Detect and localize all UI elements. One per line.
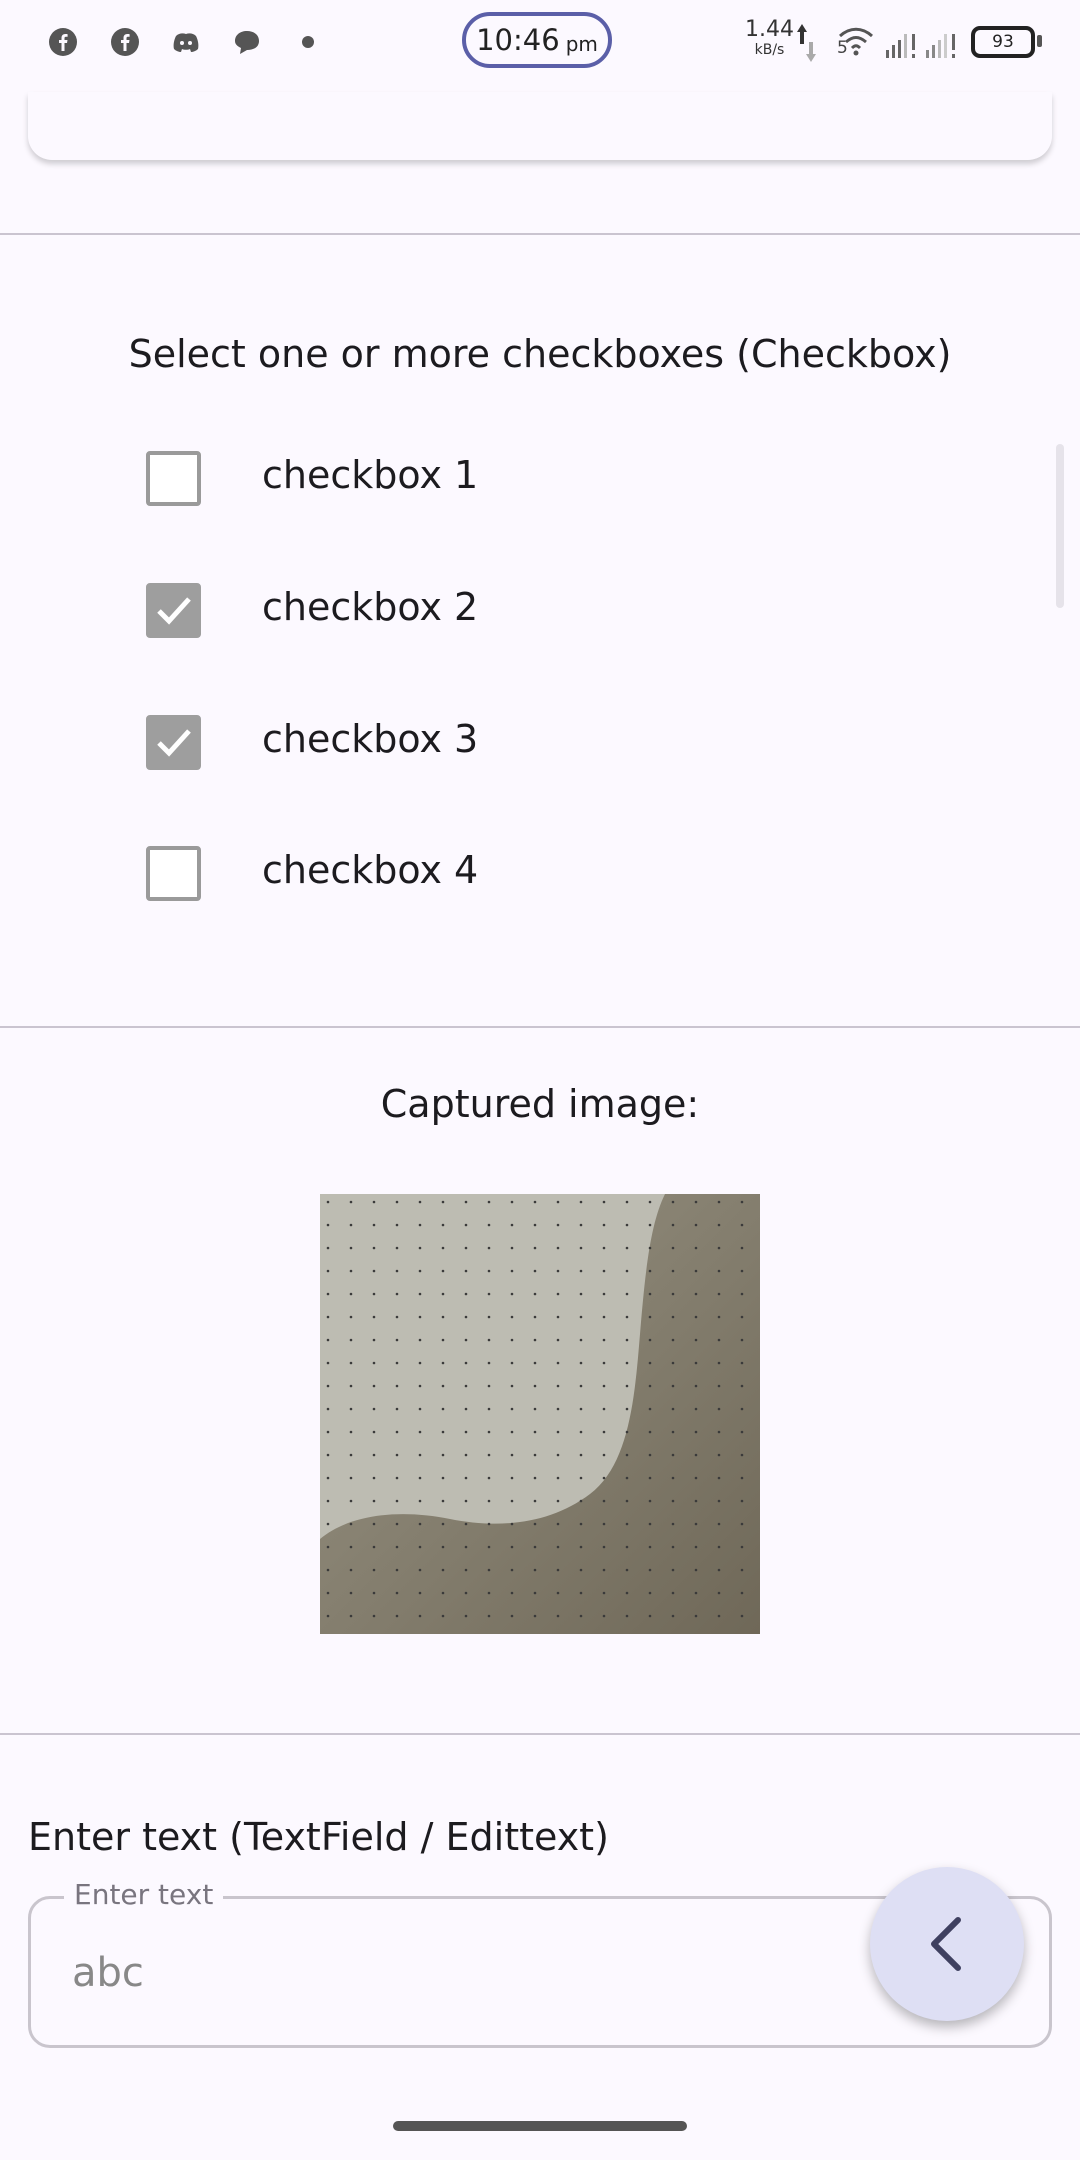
signal-icon-2	[926, 34, 955, 58]
text-field-section-title: Enter text (TextField / Edittext)	[28, 1815, 609, 1859]
checkbox-label: checkbox 1	[262, 453, 479, 497]
checkbox-4[interactable]	[146, 846, 201, 901]
checkbox-row-3[interactable]: checkbox 3	[146, 713, 746, 771]
top-card	[28, 92, 1052, 160]
facebook-icon	[111, 28, 139, 56]
checkbox-1[interactable]	[146, 451, 201, 506]
checkbox-row-2[interactable]: checkbox 2	[146, 581, 746, 639]
signal-icon-1	[886, 34, 915, 58]
checkbox-row-1[interactable]: checkbox 1	[146, 449, 746, 507]
section-divider	[0, 1026, 1080, 1028]
speed-unit: kB/s	[754, 42, 785, 58]
captured-photo	[320, 1194, 760, 1634]
checkbox-row-4[interactable]: checkbox 4	[146, 844, 746, 902]
wifi-icon	[838, 27, 874, 56]
time-pill: 10:46 pm	[462, 12, 612, 68]
scrollbar-thumb[interactable]	[1056, 444, 1064, 608]
battery-level: 93	[992, 32, 1014, 52]
text-field-floating-label: Enter text	[64, 1878, 224, 1911]
battery-indicator: 93	[971, 26, 1035, 58]
chat-icon	[235, 31, 259, 54]
captured-image	[320, 1194, 760, 1634]
facebook-icon	[49, 28, 77, 56]
network-speed: 1.44 kB/s	[745, 17, 794, 60]
back-fab-button[interactable]	[870, 1867, 1024, 2021]
section-divider	[0, 1733, 1080, 1735]
checkbox-2[interactable]	[146, 583, 201, 638]
checkmark-icon	[157, 729, 191, 757]
section-divider	[0, 233, 1080, 235]
captured-image-title: Captured image:	[380, 1082, 700, 1126]
dot-icon	[302, 36, 314, 48]
chevron-left-icon	[931, 1917, 961, 1971]
checkbox-section-title: Select one or more checkboxes (Checkbox)	[128, 332, 952, 376]
home-indicator[interactable]	[393, 2121, 687, 2131]
checkbox-label: checkbox 2	[262, 585, 479, 629]
clock-time: 10:46	[476, 23, 560, 57]
data-arrows-icon	[797, 24, 816, 62]
checkbox-3[interactable]	[146, 715, 201, 770]
battery-tip	[1037, 35, 1042, 47]
checkbox-label: checkbox 4	[262, 848, 479, 892]
status-bar: 10:46 pm 1.44 kB/s 5 93	[0, 0, 1080, 90]
clock-ampm: pm	[565, 32, 598, 56]
text-field-value[interactable]: abc	[72, 1950, 144, 1996]
discord-icon	[173, 33, 199, 52]
speed-value: 1.44	[745, 17, 794, 42]
checkmark-icon	[157, 597, 191, 625]
checkbox-label: checkbox 3	[262, 717, 479, 761]
